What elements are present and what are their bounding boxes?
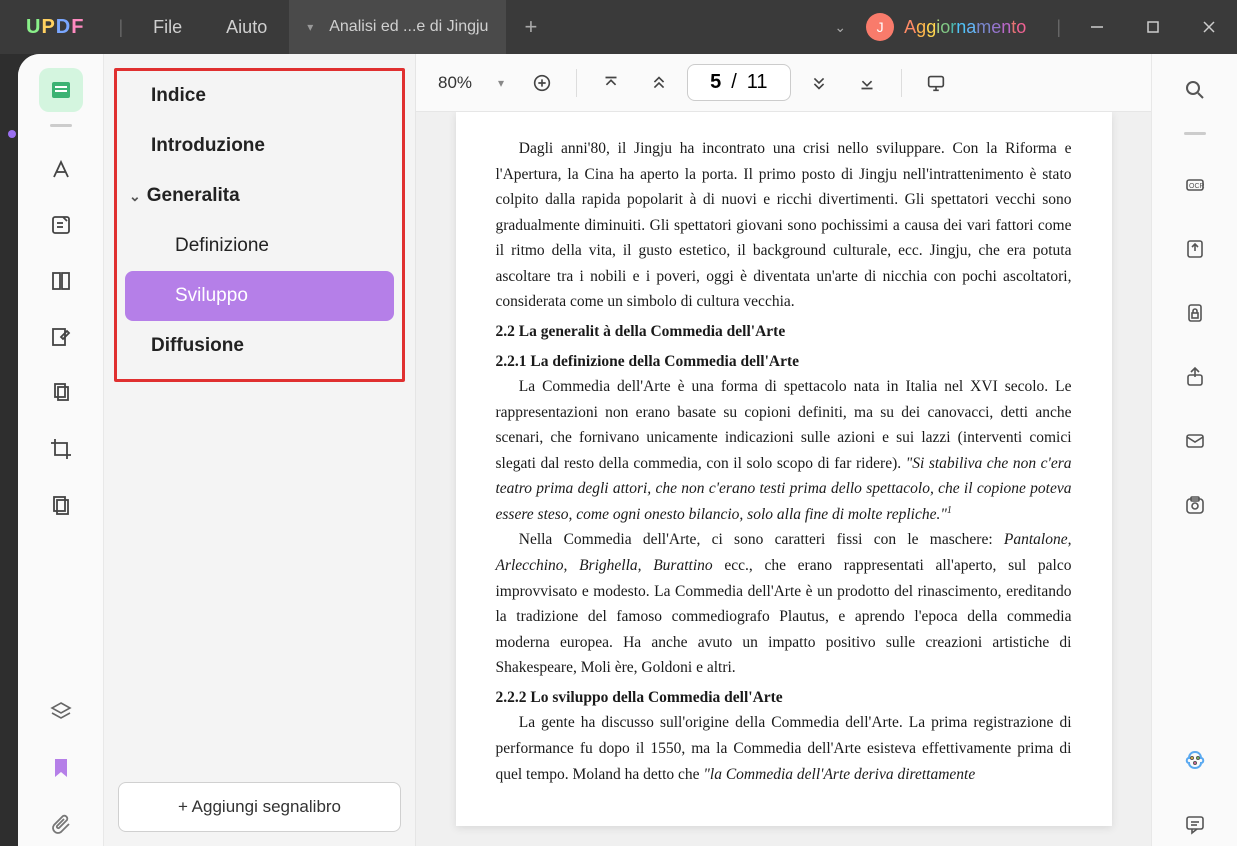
chevron-down-icon: ⌄ <box>129 188 141 205</box>
doc-toolbar: 80% ▾ 5 / 11 <box>416 54 1151 112</box>
separator <box>901 69 902 97</box>
convert-button[interactable] <box>1173 227 1217 271</box>
outline-panel: Indice Introduzione ⌄ Generalita Definizi… <box>104 54 416 846</box>
titlebar: UPDF | File Aiuto ▾ Analisi ed ...e di J… <box>0 0 1237 54</box>
logo-d: D <box>56 16 71 38</box>
ocr-button[interactable]: OCR <box>1173 163 1217 207</box>
doc-heading-2-2: 2.2 La generalit à della Commedia dell'A… <box>496 319 1072 345</box>
upgrade-link[interactable]: Aggiornamento <box>904 17 1026 38</box>
document-tab[interactable]: ▾ Analisi ed ...e di Jingju <box>289 0 506 54</box>
email-button[interactable] <box>1173 419 1217 463</box>
doc-paragraph: La Commedia dell'Arte è una forma di spe… <box>496 374 1072 527</box>
window-minimize[interactable] <box>1069 0 1125 54</box>
outline-item-sviluppo[interactable]: Sviluppo <box>125 271 394 321</box>
window-maximize[interactable] <box>1125 0 1181 54</box>
reader-mode-button[interactable] <box>39 68 83 112</box>
right-rail: OCR <box>1151 54 1237 846</box>
doc-heading-2-2-2: 2.2.2 Lo sviluppo della Commedia dell'Ar… <box>496 685 1072 711</box>
presentation-button[interactable] <box>916 63 956 103</box>
svg-text:OCR: OCR <box>1189 183 1205 190</box>
page-indicator[interactable]: 5 / 11 <box>687 64 790 101</box>
next-page-button[interactable] <box>799 63 839 103</box>
crop-tool-button[interactable] <box>39 427 83 471</box>
highlight-tool-button[interactable] <box>39 147 83 191</box>
doc-heading-2-2-1: 2.2.1 La definizione della Commedia dell… <box>496 349 1072 375</box>
rail-collapse-icon[interactable] <box>1184 132 1206 135</box>
save-button[interactable] <box>1173 483 1217 527</box>
compress-button[interactable] <box>39 483 83 527</box>
document-scroll[interactable]: Dagli anni'80, il Jingju ha incontrato u… <box>416 112 1151 846</box>
logo-f: F <box>71 16 84 38</box>
footnote-ref: 1 <box>947 505 952 516</box>
separator <box>576 69 577 97</box>
titlebar-dropdown-icon[interactable]: ⌄ <box>814 19 866 36</box>
protect-button[interactable] <box>1173 291 1217 335</box>
tab-menu-icon: ▾ <box>307 20 313 34</box>
divider: | <box>1048 17 1069 38</box>
attachment-button[interactable] <box>39 802 83 846</box>
menu-help[interactable]: Aiuto <box>204 0 289 54</box>
page-separator: / <box>731 71 737 94</box>
doc-paragraph: Nella Commedia dell'Arte, ci sono caratt… <box>496 527 1072 680</box>
first-page-button[interactable] <box>591 63 631 103</box>
organize-pages-button[interactable] <box>39 371 83 415</box>
window-close[interactable] <box>1181 0 1237 54</box>
bookmark-panel-button[interactable] <box>39 746 83 790</box>
prev-page-button[interactable] <box>639 63 679 103</box>
zoom-dropdown-icon[interactable]: ▾ <box>488 76 514 90</box>
outline-item-indice[interactable]: Indice <box>117 71 402 121</box>
app-body: Indice Introduzione ⌄ Generalita Definizi… <box>18 54 1237 846</box>
page-total: 11 <box>747 71 768 94</box>
divider: | <box>110 17 131 38</box>
left-rail <box>18 54 104 846</box>
accent-dot <box>8 130 16 138</box>
zoom-level[interactable]: 80% <box>430 73 480 93</box>
app-logo: UPDF <box>0 16 110 39</box>
outline-item-diffusione[interactable]: Diffusione <box>117 321 402 371</box>
doc-text: Nella Commedia dell'Arte, ci sono caratt… <box>519 531 1004 548</box>
outline-item-introduzione[interactable]: Introduzione <box>117 121 402 171</box>
doc-paragraph: La gente ha discusso sull'origine della … <box>496 710 1072 787</box>
center-area: 80% ▾ 5 / 11 Dagli anni'80, il Jingju ha… <box>416 54 1151 846</box>
chat-button[interactable] <box>1173 802 1217 846</box>
doc-quote: "la Commedia dell'Arte deriva direttamen… <box>703 766 975 783</box>
logo-u: U <box>26 16 41 38</box>
tab-title: Analisi ed ...e di Jingju <box>329 18 488 36</box>
page-current: 5 <box>710 71 721 94</box>
doc-text: ecc., che erano rappresentati all'aperto… <box>496 557 1072 676</box>
logo-p: P <box>41 16 55 38</box>
page-view-button[interactable] <box>39 259 83 303</box>
add-tab-button[interactable]: + <box>506 14 555 40</box>
pdf-page: Dagli anni'80, il Jingju ha incontrato u… <box>456 112 1112 826</box>
doc-paragraph: Dagli anni'80, il Jingju ha incontrato u… <box>496 136 1072 315</box>
outline-highlight-box: Indice Introduzione ⌄ Generalita Definizi… <box>114 68 405 382</box>
menu-file[interactable]: File <box>131 0 204 54</box>
search-button[interactable] <box>1173 68 1217 112</box>
edit-tool-button[interactable] <box>39 315 83 359</box>
outline-item-generalita[interactable]: ⌄ Generalita <box>117 171 402 221</box>
share-button[interactable] <box>1173 355 1217 399</box>
last-page-button[interactable] <box>847 63 887 103</box>
rail-collapse-icon[interactable] <box>50 124 72 127</box>
outline-item-definizione[interactable]: Definizione <box>117 221 402 271</box>
comment-tool-button[interactable] <box>39 203 83 247</box>
add-bookmark-button[interactable]: + Aggiungi segnalibro <box>118 782 401 832</box>
avatar[interactable]: J <box>866 13 894 41</box>
outline-item-label: Generalita <box>147 185 240 206</box>
layers-button[interactable] <box>39 690 83 734</box>
ai-assistant-button[interactable] <box>1173 738 1217 782</box>
zoom-fit-button[interactable] <box>522 63 562 103</box>
